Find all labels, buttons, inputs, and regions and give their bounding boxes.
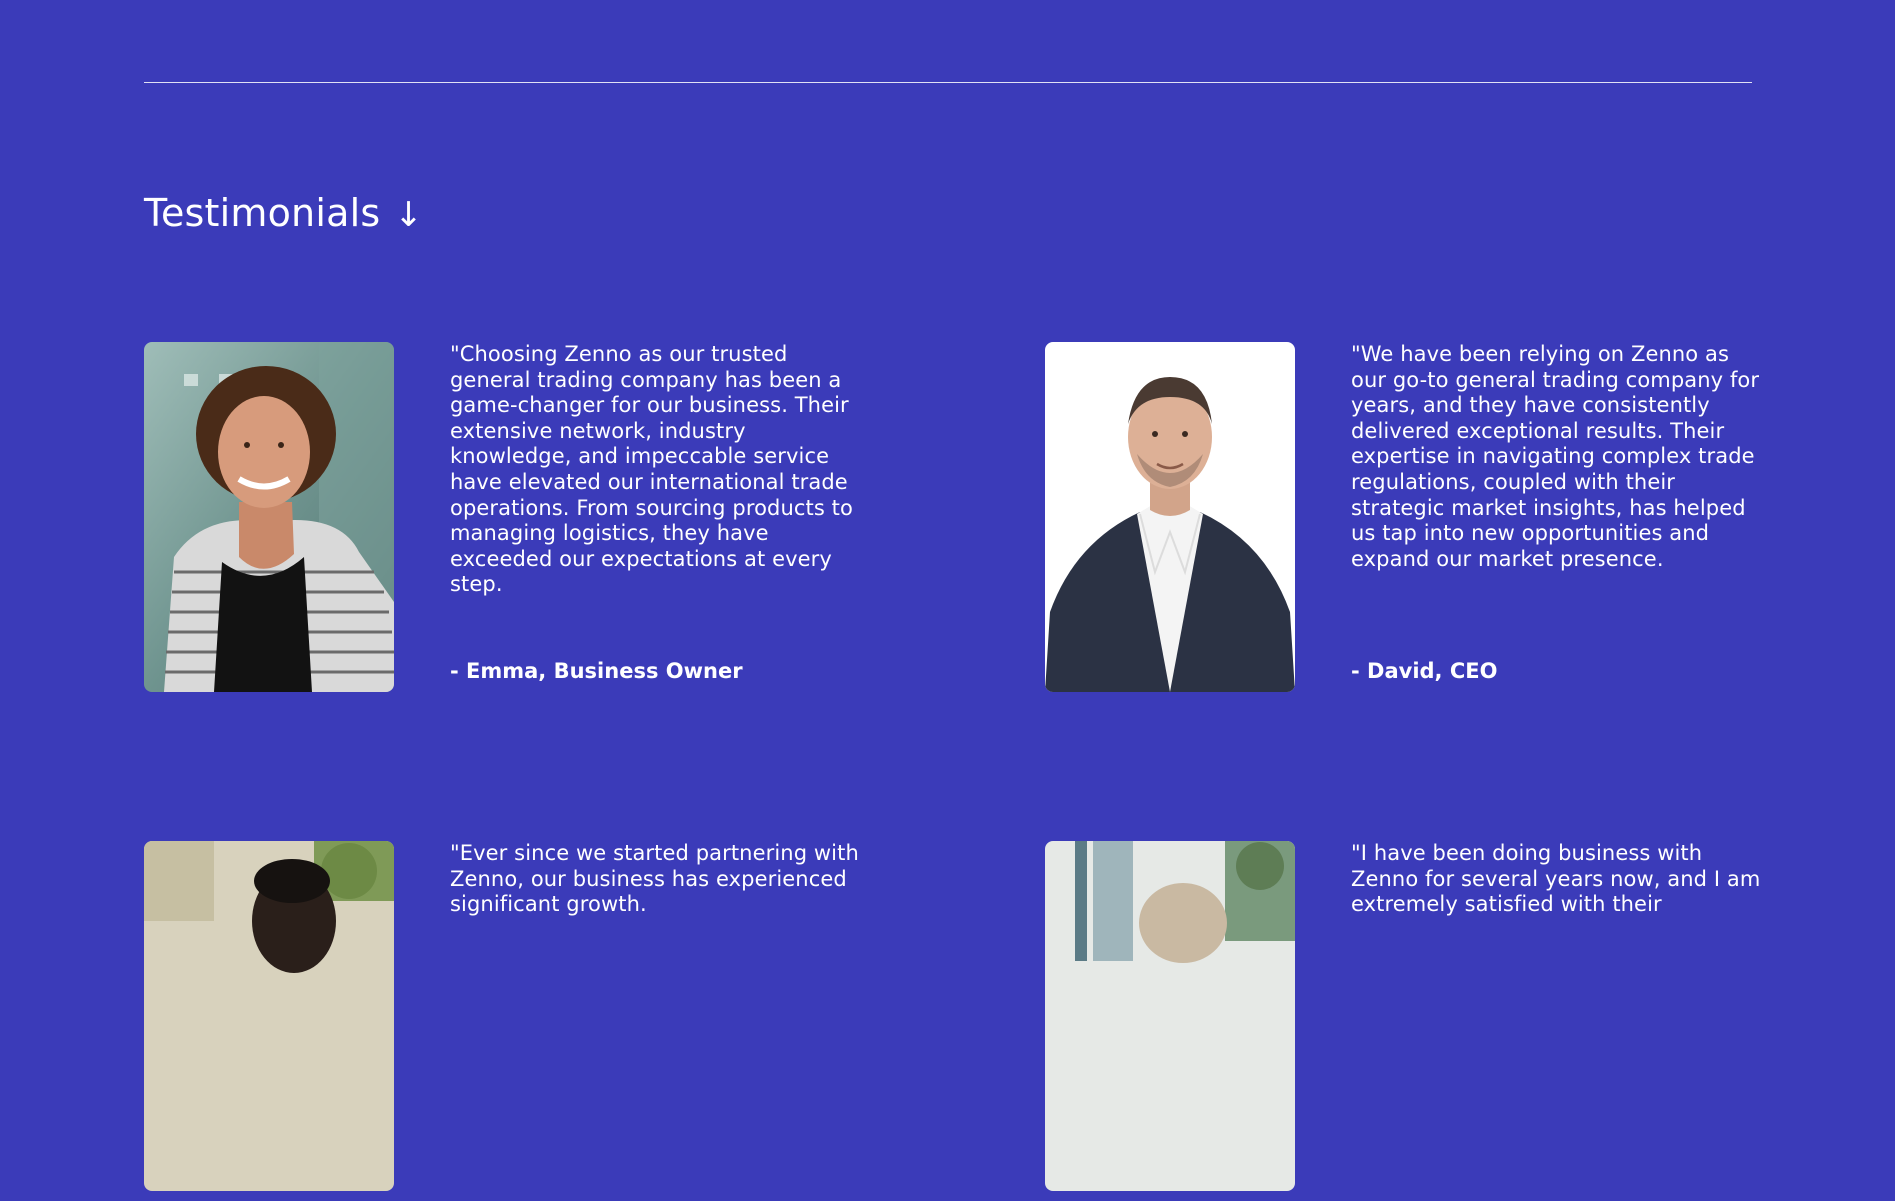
- testimonial-quote: "Ever since we started partnering with Z…: [450, 841, 859, 917]
- portrait-image: [1045, 342, 1295, 692]
- testimonial-quote: "I have been doing business with Zenno f…: [1351, 841, 1761, 917]
- testimonial-photo-david: [1045, 342, 1295, 692]
- section-divider: [144, 82, 1752, 83]
- section-title: Testimonials: [144, 191, 381, 235]
- portrait-image: [144, 841, 394, 1191]
- testimonial-card: "I have been doing business with Zenno f…: [1045, 841, 1865, 1201]
- testimonial-card: "Choosing Zenno as our trusted general t…: [144, 342, 964, 702]
- testimonial-author: - David, CEO: [1351, 659, 1498, 683]
- testimonial-photo-emma: [144, 342, 394, 692]
- arrow-down-icon: ↓: [394, 195, 424, 235]
- testimonial-card: "We have been relying on Zenno as our go…: [1045, 342, 1865, 702]
- portrait-image: [1045, 841, 1295, 1191]
- testimonial-card: "Ever since we started partnering with Z…: [144, 841, 964, 1201]
- testimonial-quote: "We have been relying on Zenno as our go…: [1351, 342, 1760, 571]
- section-heading: Testimonials ↓: [144, 188, 423, 240]
- testimonial-photo-3: [144, 841, 394, 1191]
- testimonial-quote: "Choosing Zenno as our trusted general t…: [450, 342, 853, 597]
- testimonial-photo-4: [1045, 841, 1295, 1191]
- testimonial-author: - Emma, Business Owner: [450, 659, 743, 683]
- portrait-image: [144, 342, 394, 692]
